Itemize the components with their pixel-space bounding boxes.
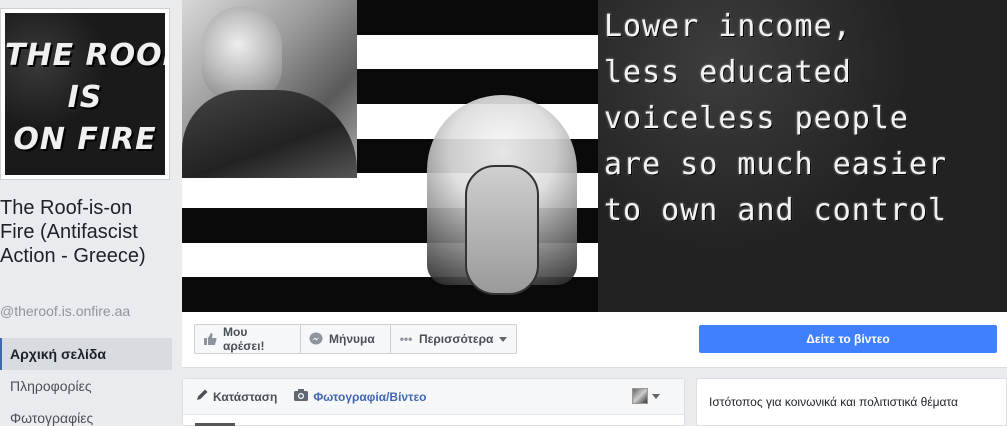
composer-status-tab[interactable]: Κατάσταση xyxy=(195,388,277,405)
avatar xyxy=(632,388,648,404)
about-card: Ιστότοπος για κοινωνικά και πολιτιστικά … xyxy=(696,378,1007,426)
cover-portrait xyxy=(182,0,357,178)
profile-logo: THE ROOF IS ON FIRE xyxy=(5,13,165,175)
messenger-icon xyxy=(309,332,323,346)
profile-picture[interactable]: THE ROOF IS ON FIRE xyxy=(0,8,170,180)
chevron-down-icon xyxy=(499,336,508,342)
post-as-selector[interactable] xyxy=(632,388,660,404)
profile-logo-text: THE ROOF IS ON FIRE xyxy=(5,38,165,157)
cover-photo[interactable]: Lower income, less educated voiceless pe… xyxy=(182,0,1007,312)
composer-photo-label: Φωτογραφία/Βίντεο xyxy=(313,389,427,404)
ellipsis-icon: ••• xyxy=(399,332,413,346)
composer-photo-tab[interactable]: Φωτογραφία/Βίντεο xyxy=(293,388,426,405)
pencil-icon xyxy=(195,388,209,405)
page-nav: Αρχική σελίδα Πληροφορίες Φωτογραφίες xyxy=(0,338,172,426)
like-button[interactable]: Μου αρέσει! xyxy=(194,324,300,354)
message-button[interactable]: Μήνυμα xyxy=(300,324,390,354)
nav-item-about[interactable]: Πληροφορίες xyxy=(0,370,172,402)
camera-icon xyxy=(293,388,309,405)
cover-quote-panel: Lower income, less educated voiceless pe… xyxy=(598,0,1007,312)
watch-video-button[interactable]: Δείτε το βίντεο xyxy=(699,325,997,353)
portrait-suit xyxy=(182,90,357,178)
about-description: Ιστότοπος για κοινωνικά και πολιτιστικά … xyxy=(709,395,958,409)
composer-tabs: Κατάσταση Φωτογραφία/Βίντεο xyxy=(183,379,684,415)
more-button[interactable]: ••• Περισσότερα xyxy=(390,324,517,354)
nav-item-home[interactable]: Αρχική σελίδα xyxy=(0,338,172,370)
like-button-label: Μου αρέσει! xyxy=(223,325,265,353)
page-title[interactable]: The Roof-is-on Fire (Antifascist Action … xyxy=(0,196,172,268)
cover-hooded-figure xyxy=(427,95,577,305)
left-column: THE ROOF IS ON FIRE The Roof-is-on Fire … xyxy=(0,0,172,426)
composer-status-label: Κατάσταση xyxy=(213,389,278,404)
nav-item-photos[interactable]: Φωτογραφίες xyxy=(0,402,172,426)
cover-quote: Lower income, less educated voiceless pe… xyxy=(604,9,948,228)
portrait-face xyxy=(202,6,282,102)
page-action-bar: Μου αρέσει! Μήνυμα ••• Περισσότερα Δείτε… xyxy=(182,312,1007,368)
page-handle[interactable]: @theroof.is.onfire.aa xyxy=(0,303,130,319)
chevron-down-icon xyxy=(652,393,660,399)
post-composer: Κατάσταση Φωτογραφία/Βίντεο xyxy=(182,378,685,426)
more-button-label: Περισσότερα xyxy=(419,332,494,346)
message-button-label: Μήνυμα xyxy=(329,332,375,346)
figure-body xyxy=(465,165,539,295)
thumbs-up-icon xyxy=(203,332,217,346)
